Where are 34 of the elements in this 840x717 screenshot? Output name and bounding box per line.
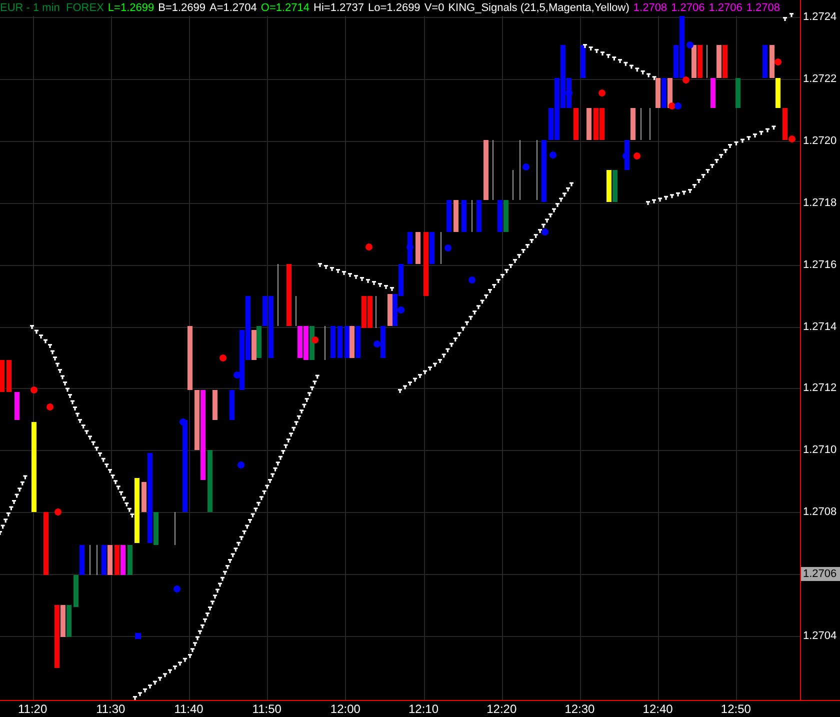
price-tick-label: 1.2722 <box>803 72 837 86</box>
header-value: Lo=1.2699 <box>368 1 420 16</box>
header-value: V=0 <box>424 1 444 16</box>
price-tick-label: 1.2714 <box>803 320 837 334</box>
header-value: 1.2708 <box>633 1 668 16</box>
header-value: 1.2708 <box>746 1 780 16</box>
time-tick-label: 12:50 <box>720 702 751 716</box>
header-value: 1.2706 <box>671 1 705 16</box>
header-value: A=1.2704 <box>210 1 257 16</box>
price-tick-label: 1.2720 <box>803 134 837 148</box>
time-tick-label: 11:20 <box>18 702 48 716</box>
time-tick-label: 11:30 <box>96 702 126 716</box>
price-tick-label: 1.2708 <box>803 505 837 520</box>
time-tick-label: 12:30 <box>564 702 595 716</box>
time-tick-label: 12:00 <box>330 702 360 716</box>
price-tick-label: 1.2710 <box>803 443 837 458</box>
time-tick-label: 11:40 <box>174 702 204 716</box>
price-tick-label: 1.2704 <box>803 629 837 643</box>
price-tick-label: 1.2718 <box>803 196 837 210</box>
time-tick-label: 12:20 <box>486 702 517 716</box>
header-value: B=1.2699 <box>158 1 206 16</box>
header-value: Hi=1.2737 <box>314 1 364 16</box>
header-value: 1.2706 <box>708 1 742 16</box>
header-value: EUR - 1 min FOREX <box>0 1 104 16</box>
time-tick-label: 12:10 <box>408 702 439 716</box>
price-tick-label: 1.2712 <box>803 381 837 396</box>
header-value: KING_Signals (21,5,Magenta,Yellow) <box>448 1 630 16</box>
price-tick-label: 1.2716 <box>803 258 837 272</box>
header-value: L=1.2699 <box>108 1 154 16</box>
header-value: O=1.2714 <box>260 1 310 16</box>
price-tick-label: 1.2724 <box>803 10 837 24</box>
time-tick-label: 11:50 <box>252 702 282 716</box>
current-price-label: 1.2706 <box>801 567 840 582</box>
time-tick-label: 12:40 <box>642 702 673 716</box>
